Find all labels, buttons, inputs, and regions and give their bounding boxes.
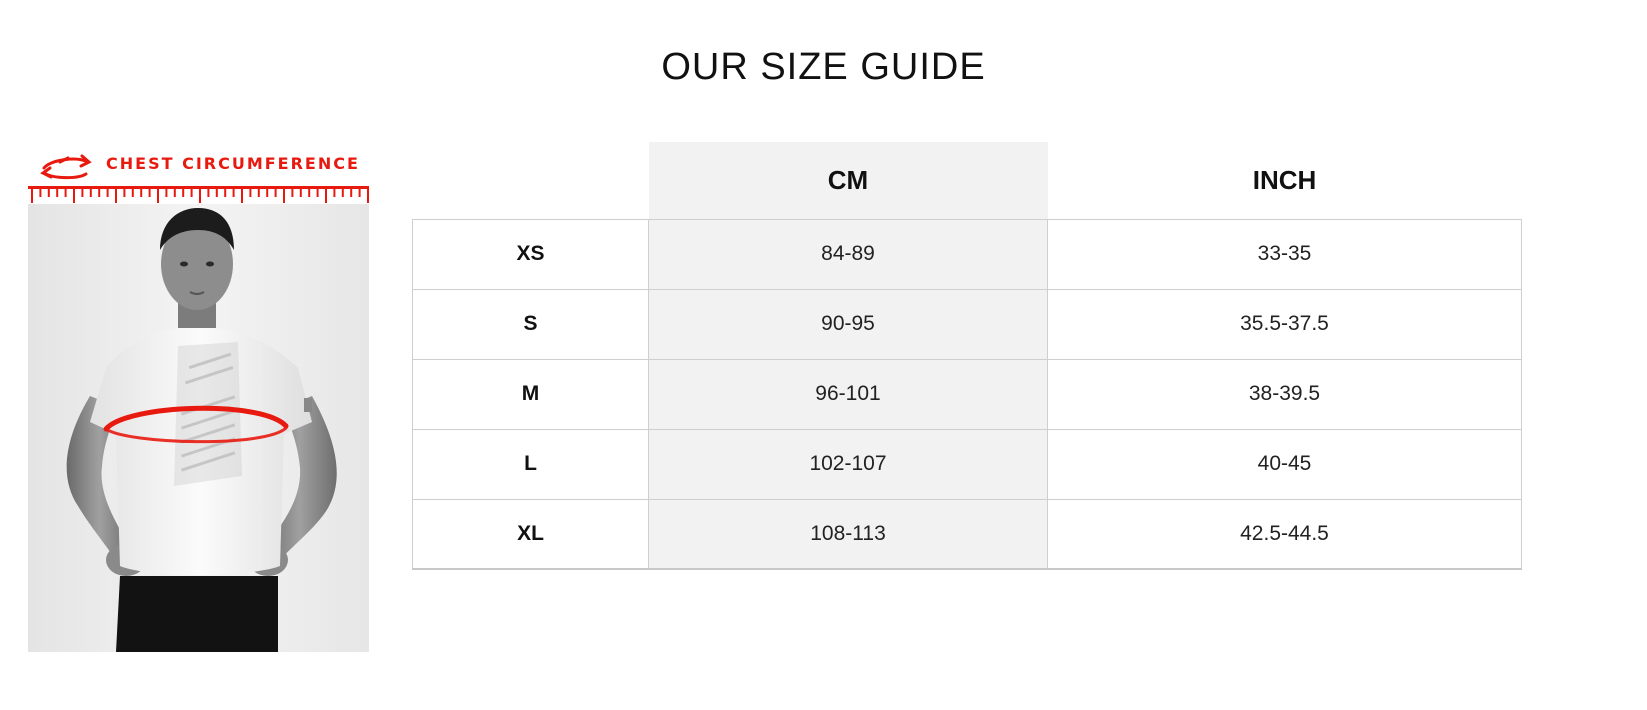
size-label: M: [412, 358, 649, 430]
cm-value: 108-113: [648, 498, 1048, 570]
size-label: L: [412, 428, 649, 500]
header-cm: CM: [648, 142, 1048, 219]
cm-value: 90-95: [648, 288, 1048, 360]
table-row: XS 84-89 33-35: [412, 218, 1522, 290]
size-label: S: [412, 288, 649, 360]
model-figure: [28, 154, 369, 652]
header-inch: INCH: [1047, 142, 1522, 219]
inch-value: 33-35: [1047, 218, 1522, 290]
cm-value: 102-107: [648, 428, 1048, 500]
header-size: [412, 142, 649, 219]
table-row: M 96-101 38-39.5: [412, 358, 1522, 430]
chest-measurement-illustration: CHEST CIRCUMFERENCE: [28, 146, 369, 652]
size-guide-table: CM INCH XS 84-89 33-35 S 90-95 35.5-37.5…: [412, 142, 1522, 570]
ruler-icon: [28, 186, 369, 203]
cm-value: 96-101: [648, 358, 1048, 430]
rotate-arrows-icon: [40, 154, 92, 180]
inch-value: 42.5-44.5: [1047, 498, 1522, 570]
chest-circumference-label: CHEST CIRCUMFERENCE: [106, 154, 360, 173]
inch-value: 40-45: [1047, 428, 1522, 500]
table-row: S 90-95 35.5-37.5: [412, 288, 1522, 360]
size-label: XS: [412, 218, 649, 290]
inch-value: 35.5-37.5: [1047, 288, 1522, 360]
inch-value: 38-39.5: [1047, 358, 1522, 430]
cm-value: 84-89: [648, 218, 1048, 290]
table-row: L 102-107 40-45: [412, 428, 1522, 500]
table-row: XL 108-113 42.5-44.5: [412, 498, 1522, 570]
table-header-row: CM INCH: [412, 142, 1522, 219]
size-label: XL: [412, 498, 649, 570]
page-title: OUR SIZE GUIDE: [661, 46, 986, 88]
